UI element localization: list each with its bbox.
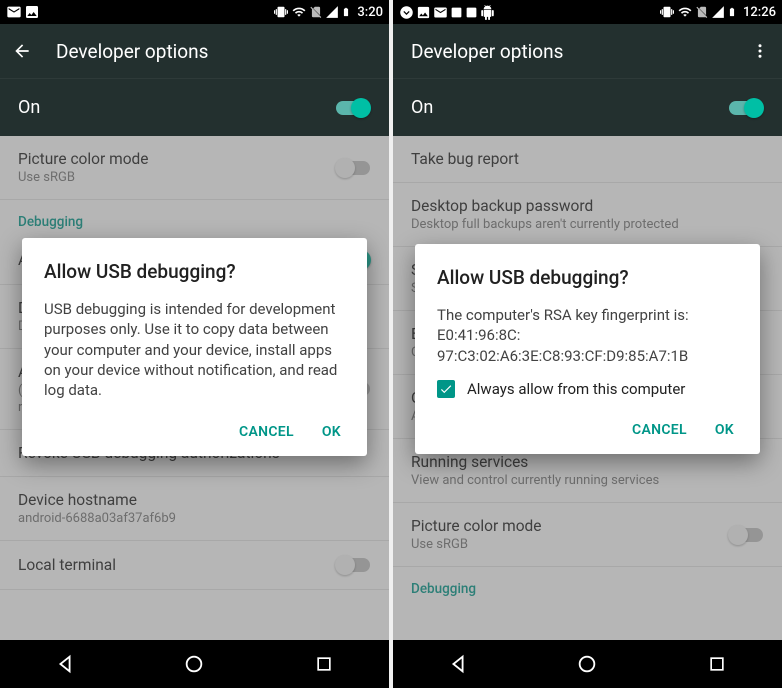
appbar: Developer options xyxy=(393,24,782,78)
cancel-button[interactable]: CANCEL xyxy=(632,422,687,438)
always-allow-checkbox[interactable] xyxy=(437,380,455,398)
android-navbar xyxy=(393,640,782,688)
no-sim-icon xyxy=(309,5,323,19)
rsa-fingerprint: 97:C3:02:A6:3E:C8:93:CF:D9:85:A7:1B xyxy=(437,346,738,366)
master-toggle-label: On xyxy=(18,97,40,118)
cancel-button[interactable]: CANCEL xyxy=(239,424,294,440)
status-notif-icons xyxy=(399,5,495,20)
settings-content: Take bug report Desktop backup password … xyxy=(393,136,782,640)
cell-signal-icon xyxy=(711,5,725,19)
nav-back-button[interactable] xyxy=(51,650,79,678)
master-toggle-row[interactable]: On xyxy=(0,78,389,136)
cell-signal-icon xyxy=(325,5,339,19)
no-sim-icon xyxy=(695,5,709,19)
android-navbar xyxy=(0,640,389,688)
ok-button[interactable]: OK xyxy=(715,422,734,438)
nav-back-button[interactable] xyxy=(444,650,472,678)
back-button[interactable] xyxy=(12,41,32,61)
dialog-body: USB debugging is intended for developmen… xyxy=(44,299,345,400)
ok-button[interactable]: OK xyxy=(322,424,341,440)
status-system-icons: 3:20 xyxy=(273,5,383,20)
square-icon xyxy=(465,6,478,19)
rsa-line: The computer's RSA key fingerprint is: xyxy=(437,305,738,325)
pocket-icon xyxy=(399,5,414,20)
phone-left: 3:20 Developer options On Picture color … xyxy=(0,0,389,688)
master-toggle-switch[interactable] xyxy=(335,98,371,118)
dialog-body: The computer's RSA key fingerprint is: E… xyxy=(437,305,738,366)
square-icon xyxy=(450,6,463,19)
statusbar: 12:26 xyxy=(393,0,782,24)
arrow-back-icon xyxy=(12,40,32,62)
circle-home-icon xyxy=(576,653,598,675)
always-allow-row[interactable]: Always allow from this computer xyxy=(437,380,738,398)
status-clock: 12:26 xyxy=(743,5,776,20)
battery-icon xyxy=(727,5,737,19)
rsa-fingerprint: E0:41:96:8C: xyxy=(437,325,738,345)
mail-icon xyxy=(433,5,448,20)
appbar: Developer options xyxy=(0,24,389,78)
check-icon xyxy=(439,382,453,396)
nav-home-button[interactable] xyxy=(573,650,601,678)
triangle-back-icon xyxy=(54,653,76,675)
more-vert-icon xyxy=(751,42,769,60)
status-system-icons: 12:26 xyxy=(659,5,776,20)
square-recent-icon xyxy=(314,654,334,674)
usb-debug-dialog: Allow USB debugging? The computer's RSA … xyxy=(415,244,760,454)
settings-content: Picture color mode Use sRGB Debugging A … xyxy=(0,136,389,640)
usb-debug-dialog: Allow USB debugging? USB debugging is in… xyxy=(22,238,367,456)
wifi-icon xyxy=(291,5,307,19)
master-toggle-switch[interactable] xyxy=(728,98,764,118)
wifi-icon xyxy=(677,5,693,19)
statusbar: 3:20 xyxy=(0,0,389,24)
circle-home-icon xyxy=(183,653,205,675)
page-title: Developer options xyxy=(411,40,726,63)
overflow-menu-button[interactable] xyxy=(750,41,770,61)
vibrate-icon xyxy=(659,5,675,19)
nav-recent-button[interactable] xyxy=(703,650,731,678)
checkbox-label: Always allow from this computer xyxy=(467,380,685,398)
page-title: Developer options xyxy=(56,40,377,63)
vibrate-icon xyxy=(273,5,289,19)
triangle-back-icon xyxy=(447,653,469,675)
nav-home-button[interactable] xyxy=(180,650,208,678)
dialog-actions: CANCEL OK xyxy=(437,416,738,444)
dialog-actions: CANCEL OK xyxy=(44,418,345,446)
battery-icon xyxy=(341,5,351,19)
dialog-title: Allow USB debugging? xyxy=(437,266,738,289)
mail-icon xyxy=(6,4,22,20)
image-icon xyxy=(416,5,431,20)
square-recent-icon xyxy=(707,654,727,674)
status-clock: 3:20 xyxy=(357,5,383,20)
status-notif-icons xyxy=(6,4,40,20)
image-icon xyxy=(24,4,40,20)
nav-recent-button[interactable] xyxy=(310,650,338,678)
android-icon xyxy=(480,5,495,20)
master-toggle-label: On xyxy=(411,97,433,118)
master-toggle-row[interactable]: On xyxy=(393,78,782,136)
dialog-title: Allow USB debugging? xyxy=(44,260,345,283)
phone-right: 12:26 Developer options On Take bug repo… xyxy=(393,0,782,688)
